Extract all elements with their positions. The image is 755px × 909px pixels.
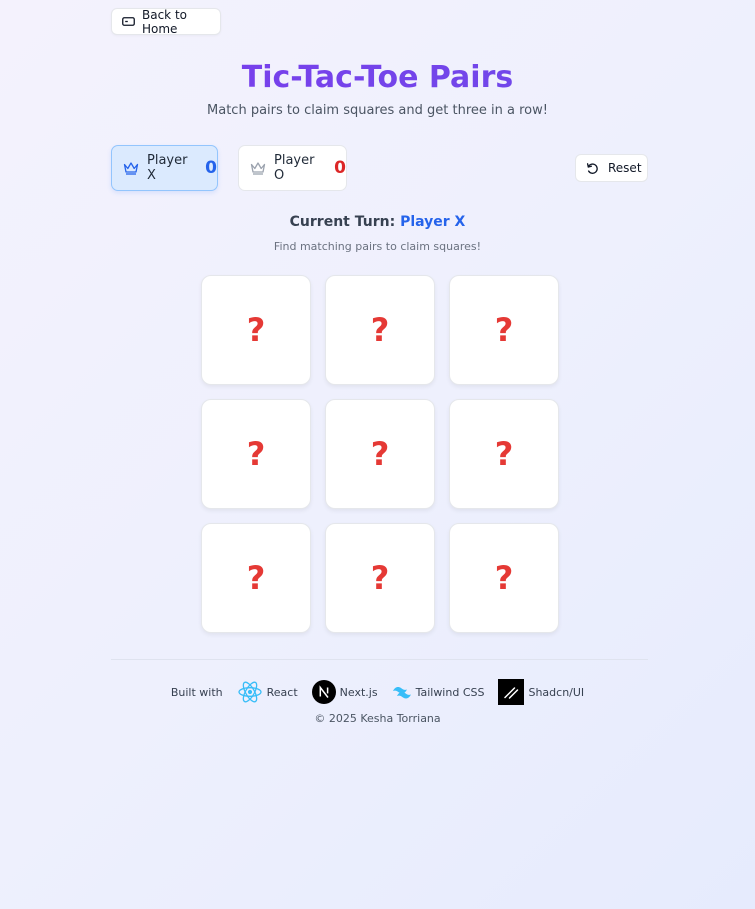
crown-icon — [123, 161, 139, 175]
footer-divider — [111, 659, 648, 660]
footer-tech-row: Built with React Next.js Tailwind CSS Sh… — [0, 678, 755, 706]
tech-react: React — [237, 679, 298, 705]
reset-button[interactable]: Reset — [575, 154, 648, 182]
game-board: ? ? ? ? ? ? ? ? ? — [201, 275, 559, 633]
board-cell-9[interactable]: ? — [449, 523, 559, 633]
react-icon — [237, 679, 263, 705]
player-x-score: 0 — [205, 158, 217, 178]
board-cell-3[interactable]: ? — [449, 275, 559, 385]
nextjs-icon — [311, 680, 336, 704]
current-turn-player: Player X — [400, 214, 466, 230]
tech-tailwind: Tailwind CSS — [392, 685, 485, 699]
board-cell-1[interactable]: ? — [201, 275, 311, 385]
reset-icon — [586, 162, 599, 175]
tech-label: Tailwind CSS — [415, 685, 485, 699]
current-turn-prefix: Current Turn: — [289, 214, 401, 230]
board-cell-4[interactable]: ? — [201, 399, 311, 509]
question-mark-icon: ? — [494, 435, 514, 473]
player-x-score-card: Player X 0 — [111, 145, 218, 191]
player-x-label: Player X — [147, 153, 188, 183]
player-o-score: 0 — [334, 158, 346, 178]
back-to-home-label: Back to Home — [142, 7, 187, 36]
question-mark-icon: ? — [370, 559, 390, 597]
board-cell-5[interactable]: ? — [325, 399, 435, 509]
page-title: Tic-Tac-Toe Pairs — [0, 60, 755, 95]
back-icon — [122, 16, 135, 27]
shadcn-icon — [498, 679, 525, 705]
board-cell-8[interactable]: ? — [325, 523, 435, 633]
tech-label: Next.js — [339, 685, 378, 699]
question-mark-icon: ? — [246, 559, 266, 597]
player-o-score-card: Player O 0 — [238, 145, 347, 191]
question-mark-icon: ? — [370, 311, 390, 349]
question-mark-icon: ? — [494, 311, 514, 349]
tech-nextjs: Next.js — [311, 680, 378, 704]
tech-label: Shadcn/UI — [528, 685, 585, 699]
question-mark-icon: ? — [246, 311, 266, 349]
back-to-home-button[interactable]: Back to Home — [111, 7, 221, 36]
question-mark-icon: ? — [370, 435, 390, 473]
question-mark-icon: ? — [246, 435, 266, 473]
crown-icon — [250, 161, 266, 175]
tailwind-icon — [392, 685, 412, 699]
question-mark-icon: ? — [494, 559, 514, 597]
page-subtitle: Match pairs to claim squares and get thr… — [207, 103, 548, 118]
current-turn: Current Turn: Player X — [0, 214, 755, 230]
board-cell-6[interactable]: ? — [449, 399, 559, 509]
reset-label: Reset — [608, 161, 642, 175]
board-cell-2[interactable]: ? — [325, 275, 435, 385]
tech-label: React — [266, 685, 298, 699]
board-cell-7[interactable]: ? — [201, 523, 311, 633]
turn-hint: Find matching pairs to claim squares! — [273, 240, 482, 253]
player-o-label: Player O — [274, 153, 315, 183]
built-with-label: Built with — [170, 685, 223, 699]
tech-shadcn: Shadcn/UI — [498, 679, 584, 705]
copyright-text: © 2025 Kesha Torriana — [314, 712, 441, 725]
